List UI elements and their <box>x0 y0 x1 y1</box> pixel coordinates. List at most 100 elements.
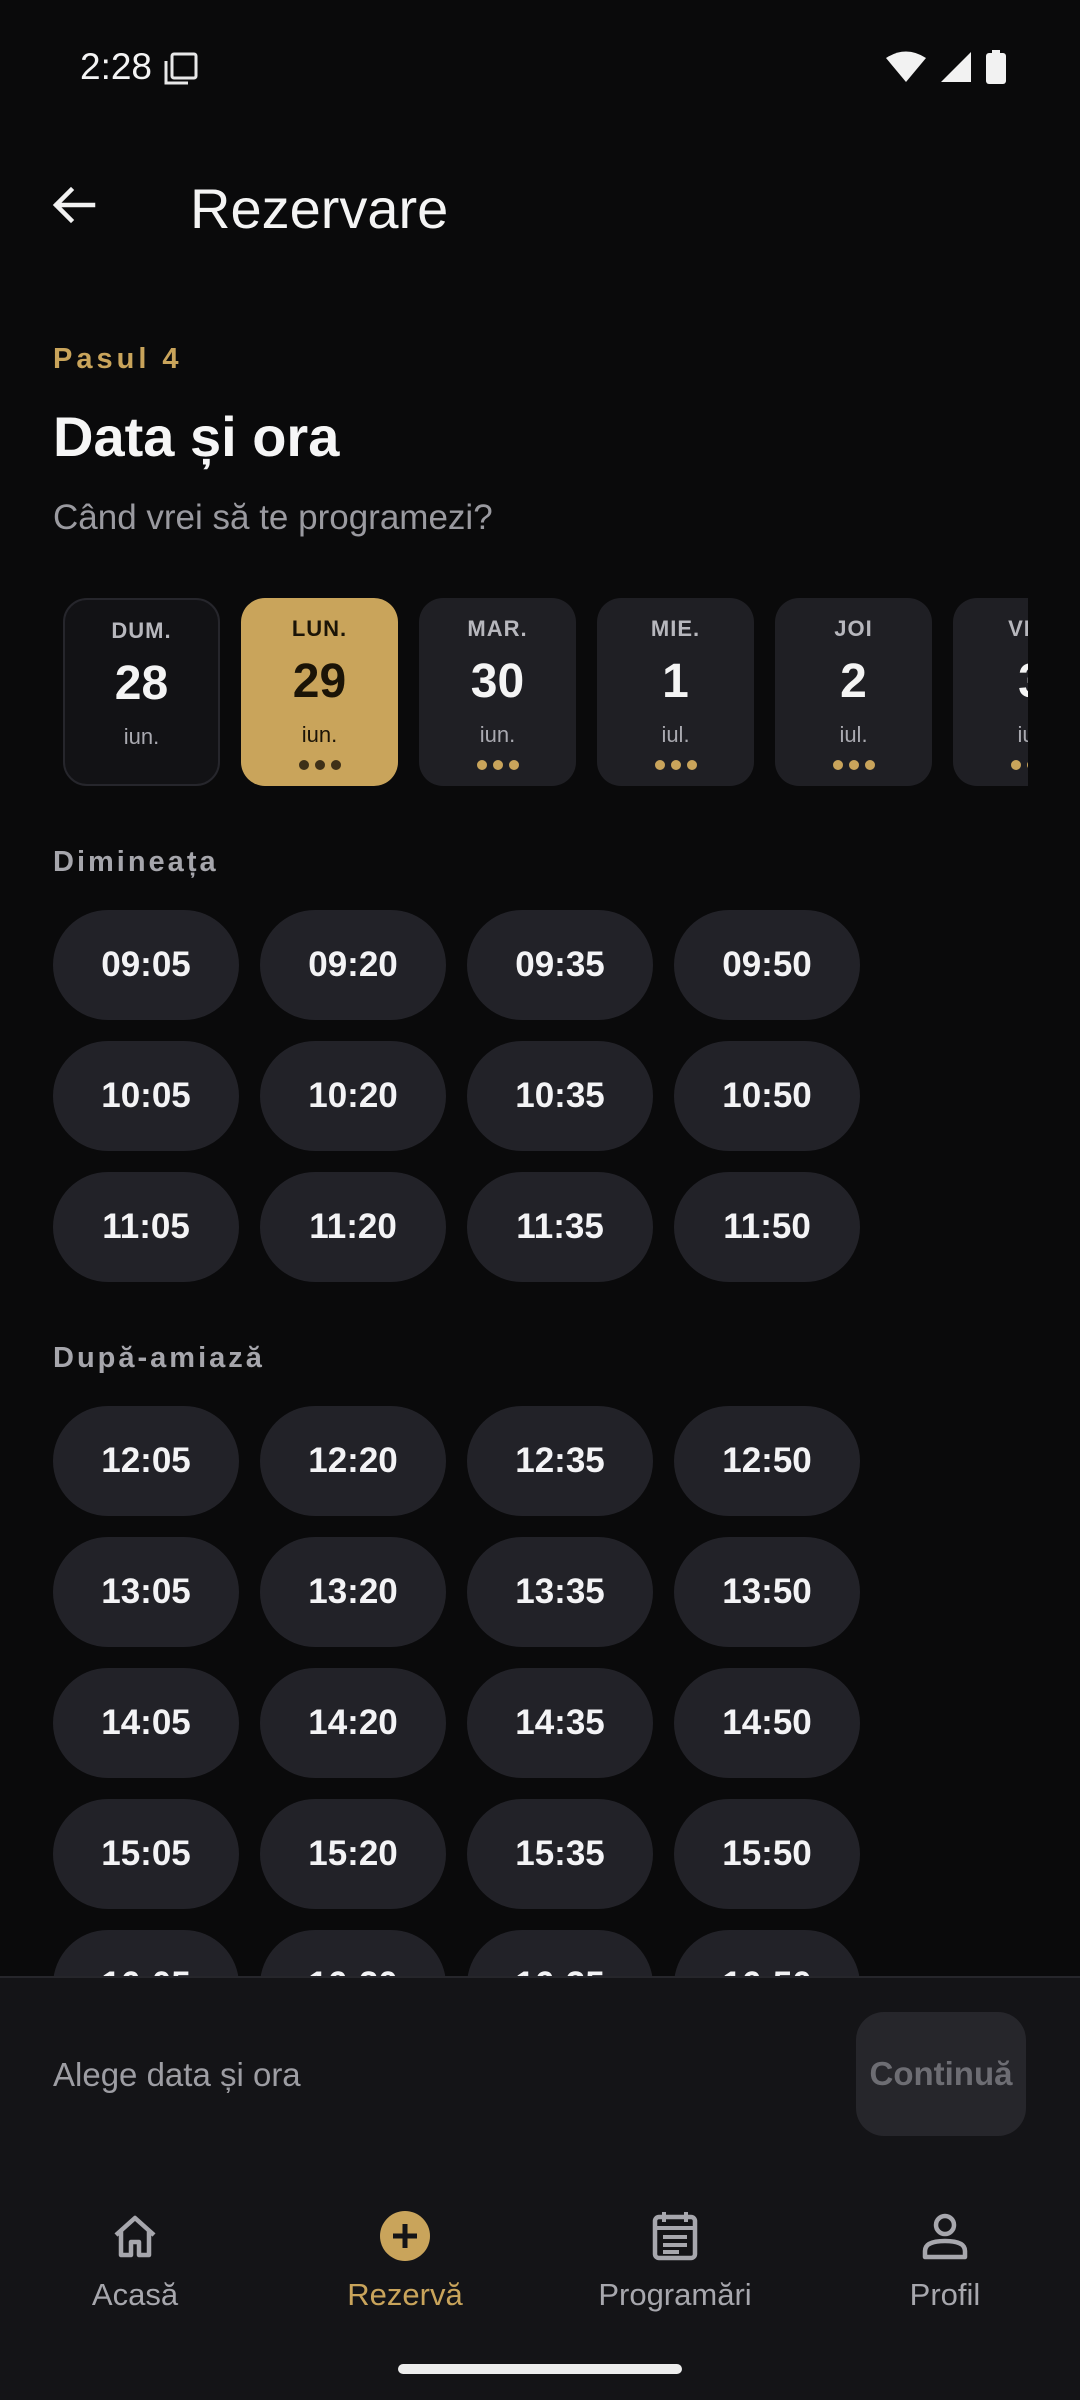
date-day-of-week: VIN. <box>1008 616 1028 641</box>
time-slot-button[interactable]: 09:50 <box>674 910 860 1020</box>
nav-item-programari[interactable]: Programări <box>565 2208 785 2328</box>
nav-label: Programări <box>598 2277 752 2312</box>
home-icon <box>114 2215 156 2258</box>
date-card[interactable]: MAR. 30 iun. <box>419 598 576 786</box>
calendar-list-icon <box>652 2212 698 2261</box>
continue-button[interactable]: Continuă <box>856 2012 1026 2136</box>
status-time: 2:28 <box>80 46 153 87</box>
availability-dot <box>848 760 859 770</box>
cellular-signal-icon <box>941 52 971 82</box>
time-slot-button[interactable]: 09:05 <box>53 910 239 1020</box>
wifi-icon <box>886 51 926 82</box>
step-label: Pasul 4 <box>53 343 183 375</box>
date-row: DUM. 28 iun. LUN. 29 iun. MAR. 30 iun. MIE. 1 iul. J… <box>63 598 1028 786</box>
time-slot-button[interactable]: 09:20 <box>260 910 446 1020</box>
page-subtitle: Când vrei să te programezi? <box>53 498 493 537</box>
time-slot-button[interactable]: 11:05 <box>53 1172 239 1282</box>
time-slot-button[interactable]: 13:05 <box>53 1537 239 1647</box>
availability-dot <box>298 760 309 770</box>
time-slot-button[interactable]: 11:35 <box>467 1172 653 1282</box>
time-slot-button[interactable]: 12:05 <box>53 1406 239 1516</box>
date-day-of-week: JOI <box>834 616 873 641</box>
date-month: iul. <box>661 722 690 747</box>
date-month: iun. <box>301 722 338 747</box>
date-day-of-week: DUM. <box>111 618 172 643</box>
time-slot-button[interactable]: 15:05 <box>53 1799 239 1909</box>
time-slot-button[interactable]: 14:20 <box>260 1668 446 1778</box>
nav-label: Profil <box>909 2277 981 2312</box>
time-slot-button[interactable]: 13:20 <box>260 1537 446 1647</box>
availability-dot <box>314 760 325 770</box>
nav-item-profil[interactable]: Profil <box>835 2208 1055 2328</box>
status-icons <box>886 50 1006 84</box>
arrow-back-icon <box>52 186 96 224</box>
date-card[interactable]: LUN. 29 iun. <box>241 598 398 786</box>
time-slot-button[interactable]: 11:20 <box>260 1172 446 1282</box>
availability-dots <box>241 760 398 770</box>
date-selector[interactable]: DUM. 28 iun. LUN. 29 iun. MAR. 30 iun. MIE. 1 iul. J… <box>63 598 1028 788</box>
date-card[interactable]: MIE. 1 iul. <box>597 598 754 786</box>
date-month: iul. <box>1017 722 1028 747</box>
date-month: iul. <box>839 722 868 747</box>
time-slot-button[interactable]: 14:35 <box>467 1668 653 1778</box>
battery-icon <box>986 50 1006 84</box>
time-slot-button[interactable]: 13:35 <box>467 1537 653 1647</box>
date-month: iun. <box>479 722 516 747</box>
bottom-action-bar: Alege data și ora Continuă <box>0 1976 1080 2186</box>
time-slot-button[interactable]: 12:50 <box>674 1406 860 1516</box>
nav-label: Rezervă <box>347 2277 463 2312</box>
time-slot-button[interactable]: 11:50 <box>674 1172 860 1282</box>
availability-dot <box>330 760 341 770</box>
time-slot-button[interactable]: 13:50 <box>674 1537 860 1647</box>
availability-dot <box>1010 760 1021 770</box>
time-slot-button[interactable]: 10:50 <box>674 1041 860 1151</box>
time-slot-button[interactable]: 09:35 <box>467 910 653 1020</box>
availability-dot <box>686 760 697 770</box>
availability-dot <box>670 760 681 770</box>
time-slot-button[interactable]: 12:35 <box>467 1406 653 1516</box>
date-day-number: 28 <box>114 657 169 710</box>
availability-dots <box>419 760 576 770</box>
status-bar: 2:28 <box>0 0 1080 135</box>
date-month: iun. <box>123 724 160 749</box>
time-slot-button[interactable]: 14:05 <box>53 1668 239 1778</box>
availability-dot <box>864 760 875 770</box>
time-slot-button[interactable]: 10:35 <box>467 1041 653 1151</box>
home-indicator[interactable] <box>398 2364 682 2374</box>
availability-dot <box>508 760 519 770</box>
nav-label: Acasă <box>91 2277 179 2312</box>
screenshot-notification-icon <box>164 52 198 85</box>
availability-dot <box>654 760 665 770</box>
person-icon <box>922 2213 968 2260</box>
time-slot-button[interactable]: 12:20 <box>260 1406 446 1516</box>
availability-dots <box>953 760 1028 770</box>
time-slot-button[interactable]: 10:05 <box>53 1041 239 1151</box>
nav-item-acasa[interactable]: Acasă <box>25 2208 245 2328</box>
date-day-number: 3 <box>953 654 1028 709</box>
nav-item-rezerva[interactable]: Rezervă <box>295 2208 515 2328</box>
date-day-of-week: MAR. <box>467 616 528 641</box>
availability-dot <box>832 760 843 770</box>
date-day-of-week: MIE. <box>650 616 701 641</box>
morning-section-label: Dimineața <box>53 846 219 878</box>
date-day-of-week: LUN. <box>291 616 348 641</box>
date-card[interactable]: JOI 2 iul. <box>775 598 932 786</box>
selection-hint: Alege data și ora <box>53 2056 301 2093</box>
time-slot-button[interactable]: 15:50 <box>674 1799 860 1909</box>
time-slot-button[interactable]: 10:20 <box>260 1041 446 1151</box>
date-day-number: 1 <box>662 655 689 708</box>
availability-dots <box>597 760 754 770</box>
app-bar-title: Rezervare <box>190 177 449 240</box>
availability-dot <box>476 760 487 770</box>
availability-dot <box>492 760 503 770</box>
date-card: DUM. 28 iun. <box>63 598 220 786</box>
time-slot-button[interactable]: 15:20 <box>260 1799 446 1909</box>
afternoon-section-label: După-amiază <box>53 1342 265 1374</box>
back-button[interactable] <box>40 172 106 238</box>
time-slot-button[interactable]: 15:35 <box>467 1799 653 1909</box>
add-circle-icon <box>380 2211 430 2261</box>
page-title: Data și ora <box>53 405 340 468</box>
date-card[interactable]: VIN. 3 iul. <box>953 598 1028 786</box>
date-day-number: 29 <box>292 655 347 708</box>
time-slot-button[interactable]: 14:50 <box>674 1668 860 1778</box>
